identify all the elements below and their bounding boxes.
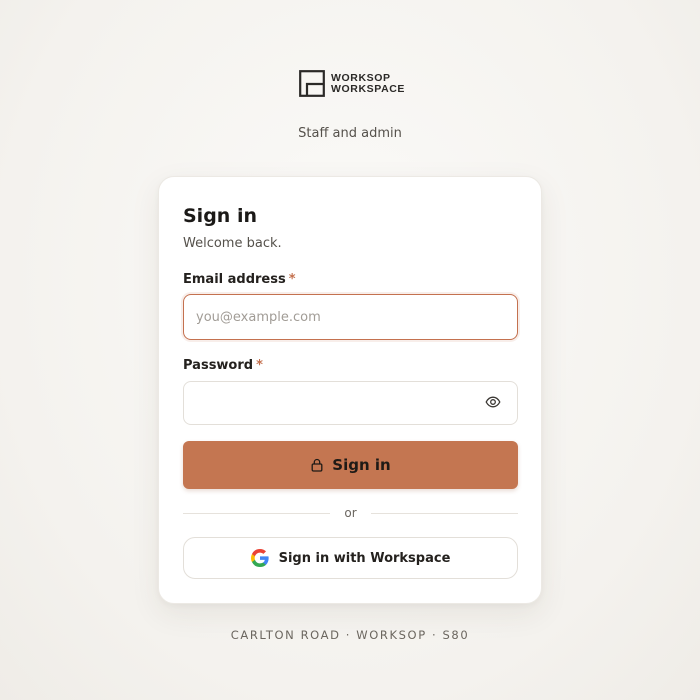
email-label-text: Email address [183, 272, 286, 287]
brand-line-2: WORKSPACE [331, 82, 406, 95]
eye-icon[interactable] [485, 394, 501, 410]
divider-line [183, 512, 331, 514]
card-subtitle: Welcome back. [183, 236, 282, 251]
brand-line-1: WORKSOP [331, 71, 391, 84]
password-field[interactable] [183, 381, 518, 425]
sso-signin-button[interactable]: Sign in with Workspace [183, 537, 518, 579]
signin-button-label: Sign in [332, 456, 391, 474]
brand-wordmark: WORKSOP WORKSPACE [331, 71, 406, 95]
divider-text: or [344, 506, 357, 520]
brand-logo: WORKSOP WORKSPACE [299, 70, 405, 97]
card-title: Sign in [183, 205, 257, 227]
required-marker: * [288, 272, 296, 287]
password-label: Password * [183, 358, 263, 373]
email-field[interactable] [183, 294, 518, 340]
or-divider: or [183, 505, 518, 521]
signin-card: Sign in Welcome back. Email address* Pas… [158, 176, 542, 604]
divider-line [370, 512, 518, 514]
workspace-logo-icon [299, 70, 325, 97]
email-label: Email address * [183, 272, 296, 287]
signin-button[interactable]: Sign in [183, 441, 518, 489]
required-marker: * [256, 358, 263, 373]
sso-button-label: Sign in with Workspace [278, 550, 451, 566]
google-icon [250, 549, 269, 567]
lock-icon [311, 458, 323, 472]
tagline: Staff and admin [298, 126, 402, 141]
footer-address: CARLTON ROAD · WORKSOP · S80 [230, 628, 470, 642]
password-label-text: Password [183, 358, 254, 373]
